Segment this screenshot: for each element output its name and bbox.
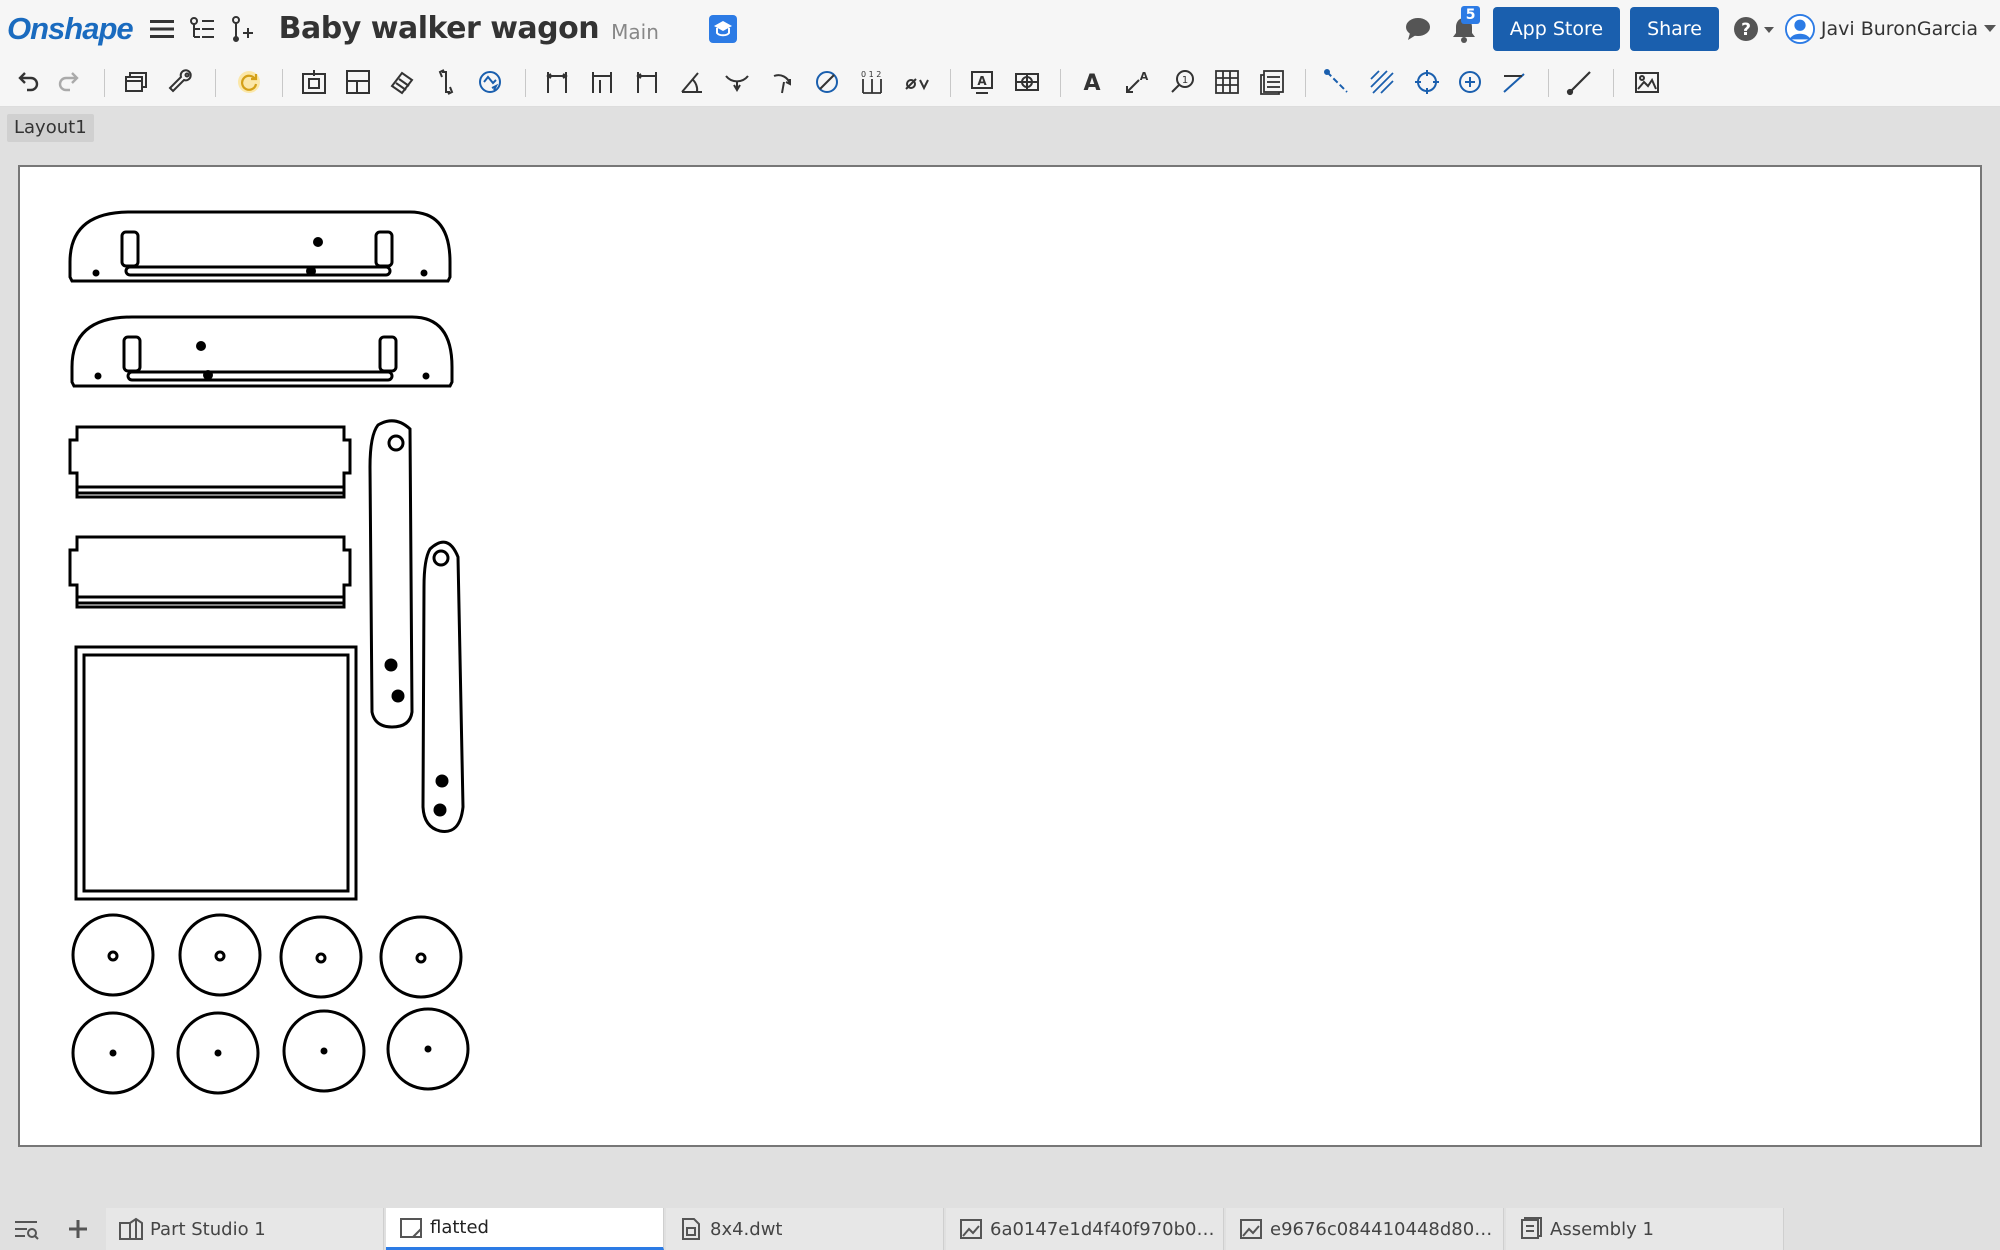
svg-text:1: 1 <box>1182 75 1188 86</box>
hatch-icon[interactable] <box>1365 65 1399 99</box>
tab-label: flatted <box>430 1217 489 1238</box>
tab-image-6a0147[interactable]: 6a0147e1d4f40f970b01... <box>946 1208 1224 1250</box>
wheels-row-top[interactable] <box>71 913 463 999</box>
side-panel-bottom[interactable] <box>70 315 454 388</box>
tab-flatted[interactable]: flatted <box>386 1208 664 1250</box>
part-studio-icon <box>118 1216 144 1242</box>
drawing-canvas[interactable] <box>20 167 1980 1145</box>
insert-view-icon[interactable] <box>297 65 331 99</box>
drawing-toolbar: 0 1 2 A A A 1 <box>0 57 2000 107</box>
document-title[interactable]: Baby walker wagon <box>279 11 600 46</box>
svg-text:?: ? <box>1741 20 1751 40</box>
callout-icon[interactable]: 1 <box>1165 65 1199 99</box>
svg-text:A: A <box>1140 70 1149 83</box>
projected-view-icon[interactable] <box>341 65 375 99</box>
ordinate-dimension-icon[interactable]: 0 1 2 <box>855 65 889 99</box>
handle-bar-left[interactable] <box>368 419 414 729</box>
drawing-icon <box>398 1215 424 1241</box>
detail-view-icon[interactable] <box>429 65 463 99</box>
gd-t-icon[interactable] <box>900 65 934 99</box>
side-panel-top[interactable] <box>68 210 452 283</box>
top-header: Onshape Baby walker wagon Main 5 App Sto… <box>0 0 2000 57</box>
center-mark-icon[interactable] <box>1410 65 1444 99</box>
diameter-dimension-icon[interactable] <box>810 65 844 99</box>
hamburger-menu-icon[interactable] <box>147 14 177 44</box>
section-view-icon[interactable] <box>385 65 419 99</box>
wheels-row-bottom[interactable] <box>71 1007 470 1095</box>
image-icon <box>1238 1216 1264 1242</box>
tab-8x4-dwt[interactable]: 8x4.dwt <box>666 1208 944 1250</box>
line-icon[interactable] <box>1497 65 1531 99</box>
onshape-logo[interactable]: Onshape <box>7 11 134 47</box>
sheet-properties-icon[interactable] <box>120 65 154 99</box>
user-menu-chevron-down-icon[interactable] <box>1980 14 2000 44</box>
angular-dimension-icon[interactable] <box>675 65 709 99</box>
baseline-dimension-icon[interactable] <box>585 65 619 99</box>
tab-manager-icon[interactable] <box>0 1208 52 1250</box>
assembly-icon <box>1518 1216 1544 1242</box>
end-panel-bottom[interactable] <box>68 535 352 609</box>
redo-icon[interactable] <box>53 65 87 99</box>
share-button[interactable]: Share <box>1630 6 1719 51</box>
centerline-icon[interactable] <box>1320 65 1354 99</box>
measure-icon[interactable] <box>1563 65 1597 99</box>
tab-label: e9676c084410448d80d... <box>1270 1218 1495 1240</box>
bom-icon[interactable] <box>1255 65 1289 99</box>
branch-label[interactable]: Main <box>611 20 659 44</box>
help-icon[interactable]: ? <box>1733 14 1777 44</box>
drawing-sheet[interactable] <box>18 165 1982 1147</box>
tab-part-studio-1[interactable]: Part Studio 1 <box>106 1208 384 1250</box>
tab-label: 8x4.dwt <box>710 1218 783 1240</box>
svg-text:A: A <box>977 74 987 88</box>
note-icon[interactable]: A <box>965 65 999 99</box>
education-badge-icon[interactable] <box>708 14 737 43</box>
header-right-group: 5 App Store Share ? Javi BuronGarcia <box>1393 0 2000 57</box>
linear-dimension-icon[interactable] <box>540 65 574 99</box>
image-icon[interactable] <box>1630 65 1664 99</box>
layout-tab[interactable]: Layout1 <box>7 114 94 142</box>
file-icon <box>678 1216 704 1242</box>
handle-bar-right[interactable] <box>421 540 465 833</box>
end-panel-top[interactable] <box>68 425 352 499</box>
undo-icon[interactable] <box>10 65 44 99</box>
document-tab-bar: Part Studio 1 flatted 8x4.dwt 6a0147e1d4… <box>0 1208 2000 1250</box>
tab-image-e9676c[interactable]: e9676c084410448d80d... <box>1226 1208 1504 1250</box>
chain-dimension-icon[interactable] <box>630 65 664 99</box>
table-icon[interactable] <box>1210 65 1244 99</box>
notification-count-badge: 5 <box>1460 5 1481 24</box>
avatar[interactable] <box>1784 13 1815 44</box>
circle-mark-icon[interactable] <box>1453 65 1487 99</box>
tab-label: 6a0147e1d4f40f970b01... <box>990 1218 1215 1240</box>
update-icon[interactable] <box>232 65 266 99</box>
tab-label: Assembly 1 <box>1550 1218 1654 1240</box>
add-tab-icon[interactable] <box>52 1208 104 1250</box>
wrench-icon[interactable] <box>164 65 198 99</box>
tab-label: Part Studio 1 <box>150 1218 266 1240</box>
comments-icon[interactable] <box>1403 14 1433 44</box>
user-name[interactable]: Javi BuronGarcia <box>1821 18 1978 40</box>
svg-text:A: A <box>1083 71 1100 96</box>
text-icon[interactable]: A <box>1075 65 1109 99</box>
radial-dimension-icon[interactable] <box>720 65 754 99</box>
leader-icon[interactable]: A <box>1120 65 1154 99</box>
feature-list-icon[interactable] <box>187 14 217 44</box>
svg-text:0 1 2: 0 1 2 <box>861 70 881 79</box>
auxiliary-view-icon[interactable] <box>473 65 507 99</box>
tab-assembly-1[interactable]: Assembly 1 <box>1506 1208 1784 1250</box>
app-store-button[interactable]: App Store <box>1492 6 1621 51</box>
arc-dimension-icon[interactable] <box>765 65 799 99</box>
notifications-icon[interactable]: 5 <box>1449 5 1481 44</box>
base-board[interactable] <box>74 645 358 901</box>
image-icon <box>958 1216 984 1242</box>
insert-icon[interactable] <box>227 14 257 44</box>
datum-icon[interactable] <box>1010 65 1044 99</box>
